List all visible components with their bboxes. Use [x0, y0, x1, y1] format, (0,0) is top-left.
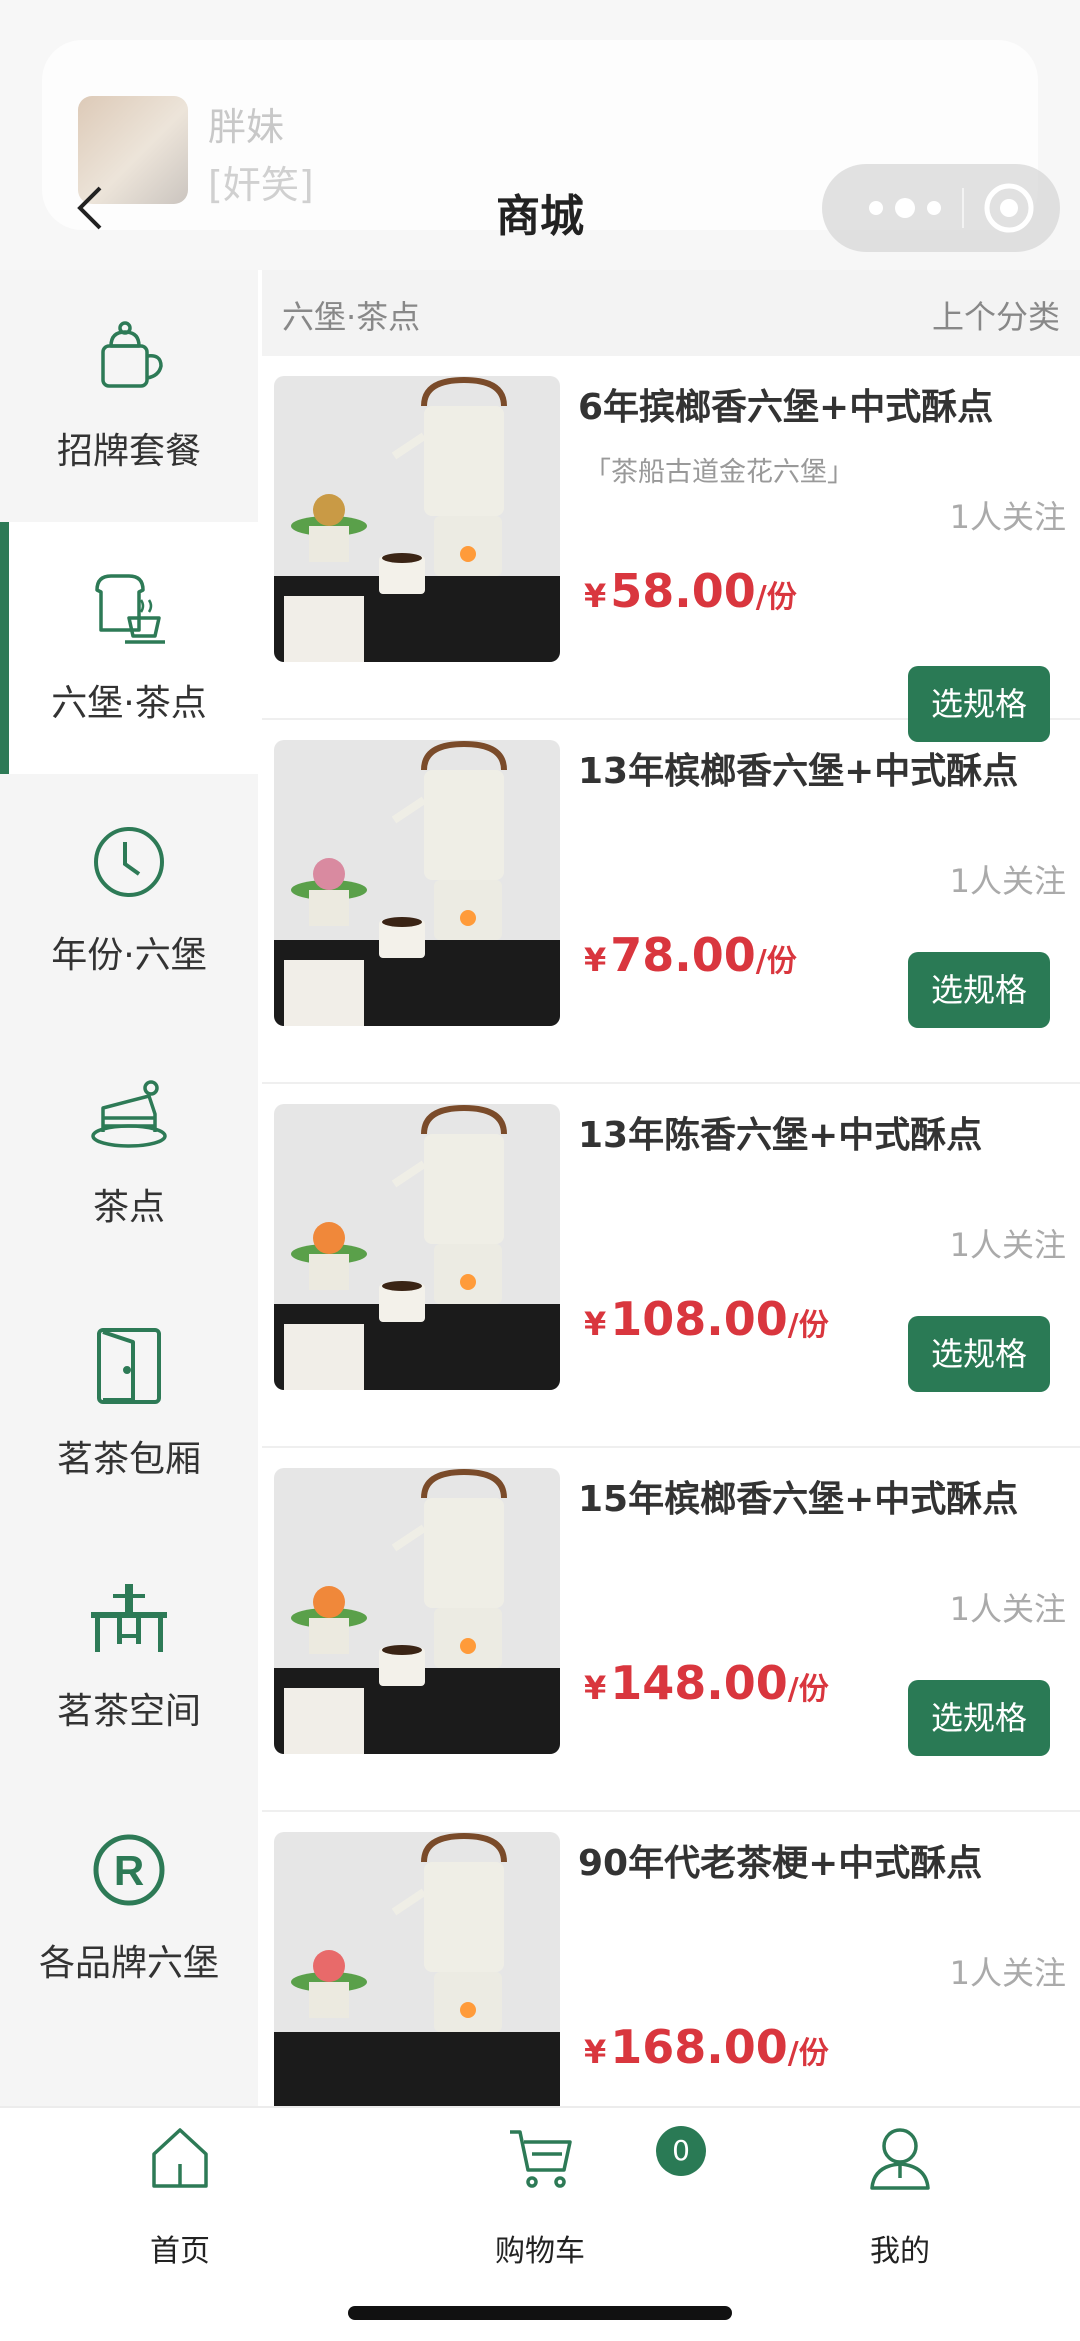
- price-unit: /份: [755, 580, 797, 615]
- currency-symbol: ¥: [584, 1669, 607, 1707]
- cake-icon: [89, 1074, 169, 1154]
- close-miniprogram-icon[interactable]: [974, 180, 1044, 236]
- product-price: ¥148.00/份: [584, 1656, 829, 1710]
- svg-text:R: R: [114, 1847, 144, 1894]
- price-amount: 148.00: [610, 1656, 788, 1710]
- product-image[interactable]: [274, 1832, 560, 2106]
- sidebar-item-snacks[interactable]: 茶点: [0, 1026, 258, 1278]
- price-amount: 108.00: [610, 1292, 788, 1346]
- product-subtitle: 「茶船古道金花六堡」: [584, 457, 854, 488]
- table-icon: [89, 1578, 169, 1658]
- follower-count: 1人关注: [949, 862, 1066, 900]
- more-category-icon: [89, 2082, 169, 2106]
- user-icon: [866, 2124, 934, 2192]
- previous-category-link[interactable]: 上个分类: [932, 292, 1060, 338]
- follower-count: 1人关注: [949, 1226, 1066, 1264]
- follower-count: 1人关注: [949, 1954, 1066, 1992]
- follower-count: 1人关注: [949, 1590, 1066, 1628]
- tab-label: 首页: [150, 2234, 210, 2269]
- price-unit: /份: [755, 944, 797, 979]
- product-price: ¥168.00/份: [584, 2020, 829, 2074]
- sidebar-item-tea-space[interactable]: 茗茶空间: [0, 1530, 258, 1782]
- sidebar-item-liubao-snacks[interactable]: 六堡·茶点: [0, 522, 258, 774]
- product-card[interactable]: 13年陈香六堡+中式酥点 1人关注 ¥108.00/份 选规格: [262, 1084, 1080, 1448]
- product-name: 13年槟榔香六堡+中式酥点: [578, 751, 1019, 792]
- product-card[interactable]: 15年槟榔香六堡+中式酥点 1人关注 ¥148.00/份 选规格: [262, 1448, 1080, 1812]
- product-card[interactable]: 13年槟榔香六堡+中式酥点 1人关注 ¥78.00/份 选规格: [262, 720, 1080, 1084]
- sidebar-item-label: 各品牌六堡: [38, 1943, 219, 1984]
- sidebar-item-label: 茗茶空间: [56, 1691, 201, 1732]
- sidebar-item-signature-set[interactable]: 招牌套餐: [0, 270, 258, 522]
- header: 胖妹 [奸笑] 商城: [0, 0, 1080, 270]
- select-spec-button[interactable]: 选规格: [908, 1680, 1050, 1756]
- teapot-icon: [89, 318, 169, 398]
- current-category: 六堡·茶点: [282, 298, 421, 336]
- product-price: ¥58.00/份: [584, 564, 797, 618]
- follower-count: 1人关注: [949, 498, 1066, 536]
- product-image[interactable]: [274, 376, 560, 662]
- currency-symbol: ¥: [584, 2033, 607, 2071]
- home-indicator[interactable]: [348, 2306, 732, 2320]
- more-icon[interactable]: [860, 190, 950, 226]
- category-header: 六堡·茶点 上个分类: [262, 270, 1080, 356]
- price-unit: /份: [787, 1672, 829, 1707]
- product-price: ¥78.00/份: [584, 928, 797, 982]
- sidebar-item-vintage-liubao[interactable]: 年份·六堡: [0, 774, 258, 1026]
- currency-symbol: ¥: [584, 1305, 607, 1343]
- currency-symbol: ¥: [584, 941, 607, 979]
- toast-tea-icon: [89, 570, 169, 650]
- capsule-menu: [822, 164, 1060, 252]
- door-icon: [89, 1326, 169, 1406]
- cart-count-badge: 0: [656, 2126, 706, 2176]
- sidebar-item-brand-liubao[interactable]: R 各品牌六堡: [0, 1782, 258, 2034]
- select-spec-button[interactable]: 选规格: [908, 952, 1050, 1028]
- price-amount: 78.00: [610, 928, 756, 982]
- sidebar-item-label: 招牌套餐: [56, 431, 201, 472]
- product-card[interactable]: 90年代老茶梗+中式酥点 1人关注 ¥168.00/份: [262, 1812, 1080, 2106]
- product-image[interactable]: [274, 1104, 560, 1390]
- product-price: ¥108.00/份: [584, 1292, 829, 1346]
- sidebar-item-more[interactable]: [0, 2034, 258, 2106]
- price-amount: 168.00: [610, 2020, 788, 2074]
- product-name: 15年槟榔香六堡+中式酥点: [578, 1479, 1019, 1520]
- currency-symbol: ¥: [584, 577, 607, 615]
- registered-icon: R: [89, 1830, 169, 1910]
- sidebar-item-label: 年份·六堡: [51, 935, 207, 976]
- product-image[interactable]: [274, 1468, 560, 1754]
- product-image[interactable]: [274, 740, 560, 1026]
- tab-mine[interactable]: 我的: [800, 2108, 1000, 2298]
- sidebar-item-label: 六堡·茶点: [51, 683, 207, 724]
- sidebar-item-private-room[interactable]: 茗茶包厢: [0, 1278, 258, 1530]
- notification-sender: 胖妹: [208, 105, 285, 149]
- product-name: 90年代老茶梗+中式酥点: [578, 1843, 983, 1884]
- clock-icon: [89, 822, 169, 902]
- price-unit: /份: [787, 1308, 829, 1343]
- tab-label: 我的: [870, 2234, 930, 2269]
- product-name: 6年摈榔香六堡+中式酥点: [578, 387, 994, 428]
- tab-home[interactable]: 首页: [80, 2108, 280, 2298]
- price-amount: 58.00: [610, 564, 756, 618]
- page: 胖妹 [奸笑] 商城 招牌套餐 六堡·茶点 年份·六堡 茶点 茗茶包厢 茗茶空间…: [0, 0, 1080, 2341]
- product-list: 6年摈榔香六堡+中式酥点 「茶船古道金花六堡」 1人关注 ¥58.00/份 选规…: [262, 356, 1080, 2106]
- tab-label: 购物车: [495, 2234, 585, 2269]
- category-sidebar: 招牌套餐 六堡·茶点 年份·六堡 茶点 茗茶包厢 茗茶空间 R 各品牌六堡: [0, 270, 258, 2106]
- sidebar-item-label: 茗茶包厢: [56, 1439, 201, 1480]
- home-icon: [146, 2124, 214, 2192]
- active-indicator: [0, 522, 9, 774]
- product-card[interactable]: 6年摈榔香六堡+中式酥点 「茶船古道金花六堡」 1人关注 ¥58.00/份 选规…: [262, 356, 1080, 742]
- sidebar-item-label: 茶点: [92, 1187, 165, 1228]
- product-name: 13年陈香六堡+中式酥点: [578, 1115, 983, 1156]
- tab-cart[interactable]: 购物车: [440, 2108, 640, 2298]
- cart-icon: [506, 2124, 574, 2192]
- capsule-divider: [962, 188, 964, 228]
- select-spec-button[interactable]: 选规格: [908, 1316, 1050, 1392]
- price-unit: /份: [787, 2036, 829, 2071]
